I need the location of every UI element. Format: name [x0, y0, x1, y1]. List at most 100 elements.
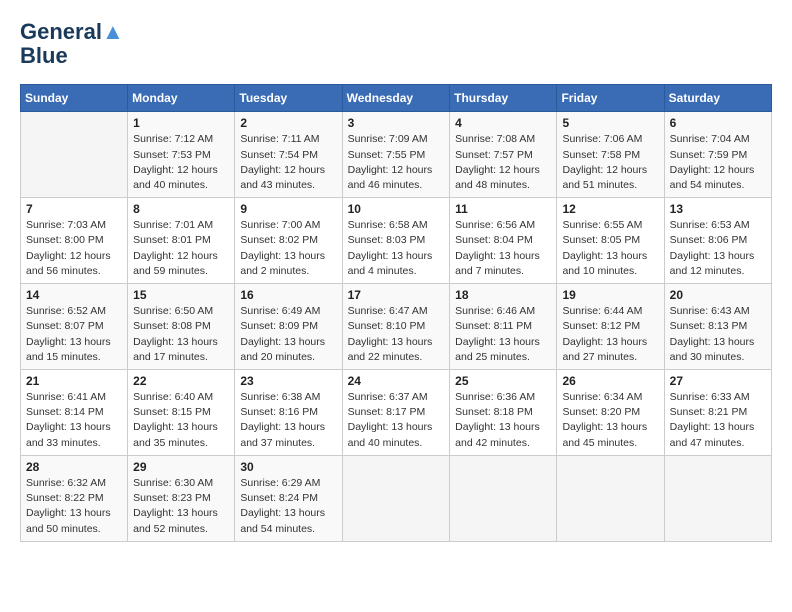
weekday-header: Wednesday [342, 85, 450, 112]
calendar-cell: 18 Sunrise: 6:46 AM Sunset: 8:11 PM Dayli… [450, 284, 557, 370]
calendar-cell [342, 455, 450, 541]
day-info: Sunrise: 6:43 AM Sunset: 8:13 PM Dayligh… [670, 304, 766, 365]
day-info: Sunrise: 6:40 AM Sunset: 8:15 PM Dayligh… [133, 390, 229, 451]
day-info: Sunrise: 7:03 AM Sunset: 8:00 PM Dayligh… [26, 218, 122, 279]
day-info: Sunrise: 7:11 AM Sunset: 7:54 PM Dayligh… [240, 132, 336, 193]
day-info: Sunrise: 6:58 AM Sunset: 8:03 PM Dayligh… [348, 218, 445, 279]
calendar-week-row: 14Sunrise: 6:52 AM Sunset: 8:07 PM Dayli… [21, 284, 772, 370]
calendar-body: 1 Sunrise: 7:12 AM Sunset: 7:53 PM Daylig… [21, 112, 772, 541]
weekday-header: Thursday [450, 85, 557, 112]
calendar-cell: 12Sunrise: 6:55 AM Sunset: 8:05 PM Dayli… [557, 198, 664, 284]
day-info: Sunrise: 6:34 AM Sunset: 8:20 PM Dayligh… [562, 390, 658, 451]
calendar-cell: 24Sunrise: 6:37 AM Sunset: 8:17 PM Dayli… [342, 370, 450, 456]
calendar-cell: 28 Sunrise: 6:32 AM Sunset: 8:22 PM Dayli… [21, 455, 128, 541]
weekday-header: Friday [557, 85, 664, 112]
day-info: Sunrise: 6:41 AM Sunset: 8:14 PM Dayligh… [26, 390, 122, 451]
day-info: Sunrise: 6:36 AM Sunset: 8:18 PM Dayligh… [455, 390, 551, 451]
calendar-cell: 9 Sunrise: 7:00 AM Sunset: 8:02 PM Daylig… [235, 198, 342, 284]
calendar-cell: 22 Sunrise: 6:40 AM Sunset: 8:15 PM Dayli… [128, 370, 235, 456]
calendar-cell: 27 Sunrise: 6:33 AM Sunset: 8:21 PM Dayli… [664, 370, 771, 456]
calendar-cell: 21Sunrise: 6:41 AM Sunset: 8:14 PM Dayli… [21, 370, 128, 456]
day-number: 18 [455, 288, 551, 302]
day-number: 2 [240, 116, 336, 130]
day-number: 19 [562, 288, 658, 302]
calendar-cell: 11Sunrise: 6:56 AM Sunset: 8:04 PM Dayli… [450, 198, 557, 284]
logo-text: General▲Blue [20, 20, 124, 68]
day-number: 20 [670, 288, 766, 302]
calendar-week-row: 21Sunrise: 6:41 AM Sunset: 8:14 PM Dayli… [21, 370, 772, 456]
calendar-cell: 15Sunrise: 6:50 AM Sunset: 8:08 PM Dayli… [128, 284, 235, 370]
day-number: 10 [348, 202, 445, 216]
calendar-cell: 19Sunrise: 6:44 AM Sunset: 8:12 PM Dayli… [557, 284, 664, 370]
day-number: 26 [562, 374, 658, 388]
day-info: Sunrise: 6:46 AM Sunset: 8:11 PM Dayligh… [455, 304, 551, 365]
calendar-cell: 16 Sunrise: 6:49 AM Sunset: 8:09 PM Dayli… [235, 284, 342, 370]
day-info: Sunrise: 6:49 AM Sunset: 8:09 PM Dayligh… [240, 304, 336, 365]
day-number: 17 [348, 288, 445, 302]
day-number: 6 [670, 116, 766, 130]
day-info: Sunrise: 6:38 AM Sunset: 8:16 PM Dayligh… [240, 390, 336, 451]
calendar-cell: 8Sunrise: 7:01 AM Sunset: 8:01 PM Daylig… [128, 198, 235, 284]
calendar-cell: 13 Sunrise: 6:53 AM Sunset: 8:06 PM Dayli… [664, 198, 771, 284]
day-info: Sunrise: 6:47 AM Sunset: 8:10 PM Dayligh… [348, 304, 445, 365]
day-number: 1 [133, 116, 229, 130]
calendar-cell: 5Sunrise: 7:06 AM Sunset: 7:58 PM Daylig… [557, 112, 664, 198]
weekday-header: Sunday [21, 85, 128, 112]
day-number: 3 [348, 116, 445, 130]
day-info: Sunrise: 6:33 AM Sunset: 8:21 PM Dayligh… [670, 390, 766, 451]
calendar-cell: 4 Sunrise: 7:08 AM Sunset: 7:57 PM Daylig… [450, 112, 557, 198]
day-number: 9 [240, 202, 336, 216]
calendar-cell: 17 Sunrise: 6:47 AM Sunset: 8:10 PM Dayli… [342, 284, 450, 370]
calendar-cell: 14Sunrise: 6:52 AM Sunset: 8:07 PM Dayli… [21, 284, 128, 370]
day-info: Sunrise: 6:29 AM Sunset: 8:24 PM Dayligh… [240, 476, 336, 537]
day-number: 28 [26, 460, 122, 474]
day-number: 8 [133, 202, 229, 216]
weekday-header: Monday [128, 85, 235, 112]
calendar-cell: 3 Sunrise: 7:09 AM Sunset: 7:55 PM Daylig… [342, 112, 450, 198]
weekday-header: Saturday [664, 85, 771, 112]
day-number: 4 [455, 116, 551, 130]
day-info: Sunrise: 6:50 AM Sunset: 8:08 PM Dayligh… [133, 304, 229, 365]
calendar-cell: 6 Sunrise: 7:04 AM Sunset: 7:59 PM Daylig… [664, 112, 771, 198]
day-number: 23 [240, 374, 336, 388]
day-number: 11 [455, 202, 551, 216]
calendar-table: SundayMondayTuesdayWednesdayThursdayFrid… [20, 84, 772, 541]
day-info: Sunrise: 6:55 AM Sunset: 8:05 PM Dayligh… [562, 218, 658, 279]
calendar-week-row: 1 Sunrise: 7:12 AM Sunset: 7:53 PM Daylig… [21, 112, 772, 198]
weekday-header-row: SundayMondayTuesdayWednesdayThursdayFrid… [21, 85, 772, 112]
day-number: 24 [348, 374, 445, 388]
calendar-cell: 26 Sunrise: 6:34 AM Sunset: 8:20 PM Dayli… [557, 370, 664, 456]
calendar-cell [450, 455, 557, 541]
page-header: General▲Blue [20, 20, 772, 68]
logo: General▲Blue [20, 20, 124, 68]
calendar-cell: 29 Sunrise: 6:30 AM Sunset: 8:23 PM Dayli… [128, 455, 235, 541]
calendar-cell: 7 Sunrise: 7:03 AM Sunset: 8:00 PM Daylig… [21, 198, 128, 284]
calendar-cell: 20 Sunrise: 6:43 AM Sunset: 8:13 PM Dayli… [664, 284, 771, 370]
weekday-header: Tuesday [235, 85, 342, 112]
day-info: Sunrise: 6:53 AM Sunset: 8:06 PM Dayligh… [670, 218, 766, 279]
calendar-cell: 23 Sunrise: 6:38 AM Sunset: 8:16 PM Dayli… [235, 370, 342, 456]
day-info: Sunrise: 6:32 AM Sunset: 8:22 PM Dayligh… [26, 476, 122, 537]
calendar-cell: 10 Sunrise: 6:58 AM Sunset: 8:03 PM Dayli… [342, 198, 450, 284]
day-number: 13 [670, 202, 766, 216]
day-number: 7 [26, 202, 122, 216]
day-number: 22 [133, 374, 229, 388]
day-info: Sunrise: 7:00 AM Sunset: 8:02 PM Dayligh… [240, 218, 336, 279]
day-number: 29 [133, 460, 229, 474]
day-info: Sunrise: 7:09 AM Sunset: 7:55 PM Dayligh… [348, 132, 445, 193]
calendar-cell [664, 455, 771, 541]
day-number: 5 [562, 116, 658, 130]
day-info: Sunrise: 7:12 AM Sunset: 7:53 PM Dayligh… [133, 132, 229, 193]
calendar-cell: 2 Sunrise: 7:11 AM Sunset: 7:54 PM Daylig… [235, 112, 342, 198]
calendar-cell [21, 112, 128, 198]
day-number: 25 [455, 374, 551, 388]
calendar-cell [557, 455, 664, 541]
day-info: Sunrise: 7:04 AM Sunset: 7:59 PM Dayligh… [670, 132, 766, 193]
day-number: 27 [670, 374, 766, 388]
day-info: Sunrise: 7:08 AM Sunset: 7:57 PM Dayligh… [455, 132, 551, 193]
day-number: 16 [240, 288, 336, 302]
day-info: Sunrise: 6:30 AM Sunset: 8:23 PM Dayligh… [133, 476, 229, 537]
calendar-cell: 25 Sunrise: 6:36 AM Sunset: 8:18 PM Dayli… [450, 370, 557, 456]
calendar-cell: 1 Sunrise: 7:12 AM Sunset: 7:53 PM Daylig… [128, 112, 235, 198]
calendar-week-row: 28 Sunrise: 6:32 AM Sunset: 8:22 PM Dayli… [21, 455, 772, 541]
